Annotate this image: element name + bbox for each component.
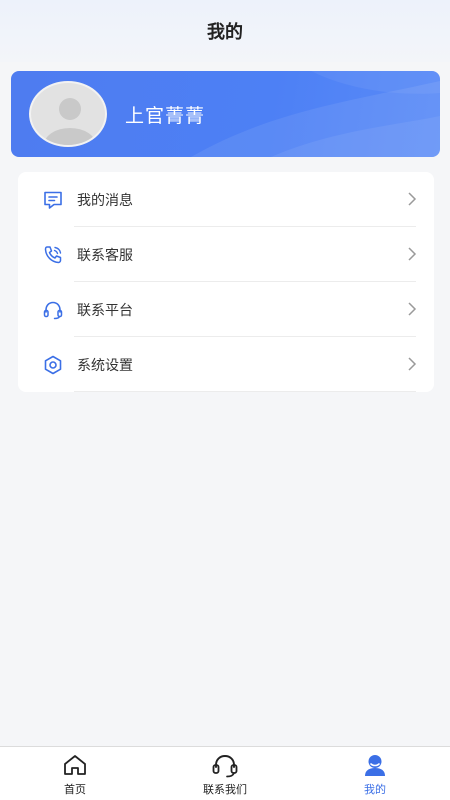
page-title: 我的 xyxy=(207,22,243,43)
nav-mine[interactable]: 我的 xyxy=(315,747,435,800)
headset-icon xyxy=(43,301,63,320)
chevron-right-icon xyxy=(408,357,417,371)
menu-item-label: 联系平台 xyxy=(77,303,133,319)
menu-item-settings[interactable]: 系统设置 xyxy=(18,337,434,392)
nav-contact-us[interactable]: 联系我们 xyxy=(165,747,285,800)
chevron-right-icon xyxy=(408,192,417,206)
headset-icon xyxy=(212,755,238,778)
bottom-nav: 首页 联系我们 我的 xyxy=(0,746,450,800)
divider xyxy=(74,391,416,392)
menu-item-label: 我的消息 xyxy=(77,193,133,209)
settings-icon xyxy=(44,355,62,375)
menu-item-label: 系统设置 xyxy=(77,358,133,374)
nav-home-label: 首页 xyxy=(64,783,86,796)
menu-list: 我的消息 联系客服 联系平台 系统设置 xyxy=(18,172,434,392)
profile-card[interactable]: 上官菁菁 xyxy=(11,71,440,157)
chevron-right-icon xyxy=(408,247,417,261)
menu-item-customer-service[interactable]: 联系客服 xyxy=(18,227,434,282)
menu-item-label: 联系客服 xyxy=(77,248,133,264)
phone-icon xyxy=(44,246,62,264)
username: 上官菁菁 xyxy=(125,105,206,127)
menu-item-contact-platform[interactable]: 联系平台 xyxy=(18,282,434,337)
home-icon xyxy=(64,755,86,775)
nav-mine-label: 我的 xyxy=(364,783,386,796)
menu-item-messages[interactable]: 我的消息 xyxy=(18,172,434,227)
message-icon xyxy=(44,191,62,209)
nav-contact-us-label: 联系我们 xyxy=(203,783,247,796)
nav-home[interactable]: 首页 xyxy=(15,747,135,800)
user-icon xyxy=(365,755,385,776)
avatar[interactable] xyxy=(29,81,107,147)
top-bar: 我的 xyxy=(0,0,450,62)
chevron-right-icon xyxy=(408,302,417,316)
